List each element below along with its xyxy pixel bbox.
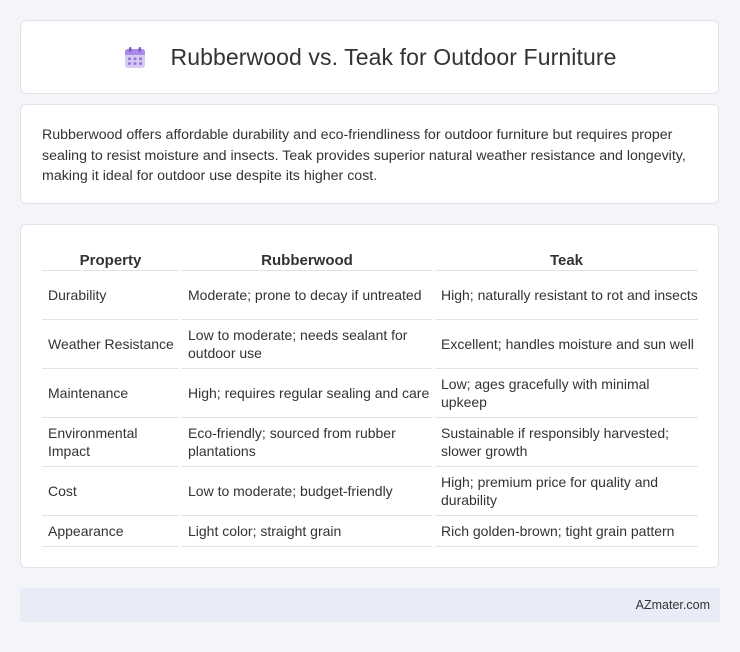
comparison-table: Property Rubberwood Teak Durability Mode…: [39, 243, 701, 547]
cell-teak: Rich golden-brown; tight grain pattern: [435, 516, 698, 547]
table-row: Cost Low to moderate; budget-friendly Hi…: [42, 467, 698, 516]
cell-rubberwood: Low to moderate; budget-friendly: [182, 467, 432, 516]
cell-rubberwood: Low to moderate; needs sealant for outdo…: [182, 320, 432, 369]
cell-rubberwood: Light color; straight grain: [182, 516, 432, 547]
cell-teak: Sustainable if responsibly harvested; sl…: [435, 418, 698, 467]
table-row: Maintenance High; requires regular seali…: [42, 369, 698, 418]
header-property: Property: [42, 243, 179, 271]
cell-teak: Excellent; handles moisture and sun well: [435, 320, 698, 369]
summary-card: Rubberwood offers affordable durability …: [20, 104, 719, 204]
header-rubberwood: Rubberwood: [182, 243, 432, 271]
footer-bar: AZmater.com: [20, 588, 720, 622]
cell-rubberwood: Eco-friendly; sourced from rubber planta…: [182, 418, 432, 467]
cell-property: Environmental Impact: [42, 418, 179, 467]
table-row: Weather Resistance Low to moderate; need…: [42, 320, 698, 369]
cell-rubberwood: Moderate; prone to decay if untreated: [182, 271, 432, 320]
page-title: Rubberwood vs. Teak for Outdoor Furnitur…: [170, 43, 617, 70]
table-row: Appearance Light color; straight grain R…: [42, 516, 698, 547]
cell-teak: High; naturally resistant to rot and ins…: [435, 271, 698, 320]
cell-property: Maintenance: [42, 369, 179, 418]
cell-teak: High; premium price for quality and dura…: [435, 467, 698, 516]
cell-rubberwood: High; requires regular sealing and care: [182, 369, 432, 418]
table-header-row: Property Rubberwood Teak: [42, 243, 698, 271]
calendar-icon: [125, 47, 146, 68]
title-card: Rubberwood vs. Teak for Outdoor Furnitur…: [20, 20, 719, 94]
cell-property: Durability: [42, 271, 179, 320]
cell-teak: Low; ages gracefully with minimal upkeep: [435, 369, 698, 418]
header-teak: Teak: [435, 243, 698, 271]
table-row: Environmental Impact Eco-friendly; sourc…: [42, 418, 698, 467]
comparison-table-card: Property Rubberwood Teak Durability Mode…: [20, 224, 719, 568]
table-row: Durability Moderate; prone to decay if u…: [42, 271, 698, 320]
summary-text: Rubberwood offers affordable durability …: [42, 127, 686, 184]
cell-property: Appearance: [42, 516, 179, 547]
cell-property: Weather Resistance: [42, 320, 179, 369]
footer-brand: AZmater.com: [635, 598, 710, 612]
cell-property: Cost: [42, 467, 179, 516]
